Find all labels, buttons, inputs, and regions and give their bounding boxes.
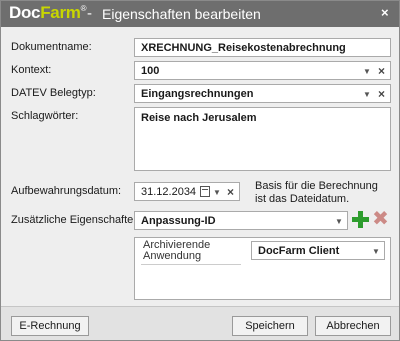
keywords-value: Reise nach Jerusalem — [141, 112, 257, 124]
save-button[interactable]: Speichern — [232, 316, 308, 336]
document-name-value: XRECHNUNG_Reisekostenabrechnung — [141, 42, 346, 54]
context-value: 100 — [141, 65, 160, 77]
chevron-down-icon[interactable]: ▼ — [335, 217, 343, 226]
document-name-input[interactable]: XRECHNUNG_Reisekostenabrechnung — [134, 38, 391, 57]
keywords-label: Schlagwörter: — [11, 110, 79, 122]
logo-farm-text: Farm — [40, 3, 81, 22]
dialog-title: Eigenschaften bearbeiten — [102, 6, 261, 22]
add-property-icon[interactable] — [352, 211, 369, 228]
datev-type-value: Eingangsrechnungen — [141, 88, 254, 100]
clear-context-icon[interactable]: × — [378, 64, 385, 78]
cancel-button[interactable]: Abbrechen — [315, 316, 391, 336]
title-separator: - — [87, 5, 92, 22]
property-divider — [141, 264, 241, 265]
retention-hint: Basis für die Berechnung ist das Dateida… — [255, 180, 378, 205]
close-icon[interactable]: × — [381, 5, 389, 20]
retention-date-label: Aufbewahrungsdatum: — [11, 185, 122, 197]
properties-dialog: DocFarm® - Eigenschaften bearbeiten × Do… — [0, 0, 400, 341]
dialog-footer: E-Rechnung Speichern Abbrechen — [1, 306, 399, 340]
logo-doc-text: Doc — [9, 3, 41, 22]
chevron-down-icon[interactable]: ▼ — [213, 188, 221, 197]
retention-date-value: 31.12.2034 — [141, 186, 197, 198]
datev-type-label: DATEV Belegtyp: — [11, 87, 96, 99]
additional-properties-value: Anpassung-ID — [141, 215, 216, 227]
document-name-label: Dokumentname: — [11, 41, 92, 53]
archiving-app-select[interactable]: DocFarm Client ▼ — [251, 241, 385, 260]
archiving-app-label: Archivierende Anwendung — [143, 239, 211, 262]
context-label: Kontext: — [11, 64, 52, 76]
clear-date-icon[interactable]: × — [227, 185, 234, 199]
additional-properties-label: Zusätzliche Eigenschaften: — [11, 214, 143, 226]
e-rechnung-button[interactable]: E-Rechnung — [11, 316, 89, 336]
calendar-icon[interactable] — [200, 186, 210, 197]
chevron-down-icon[interactable]: ▼ — [363, 67, 371, 76]
chevron-down-icon[interactable]: ▼ — [363, 90, 371, 99]
clear-datev-icon[interactable]: × — [378, 87, 385, 101]
remove-property-icon[interactable]: ✖ — [372, 209, 389, 229]
additional-properties-select[interactable]: Anpassung-ID ▼ — [134, 211, 348, 230]
context-select[interactable]: 100 ▼ × — [134, 61, 391, 80]
title-bar: DocFarm® - Eigenschaften bearbeiten × — [1, 1, 399, 27]
datev-type-select[interactable]: Eingangsrechnungen ▼ × — [134, 84, 391, 103]
property-panel: Archivierende Anwendung DocFarm Client ▼ — [134, 237, 391, 300]
archiving-app-value: DocFarm Client — [258, 245, 340, 257]
keywords-textarea[interactable]: Reise nach Jerusalem — [134, 107, 391, 171]
retention-date-picker[interactable]: 31.12.2034 ▼ × — [134, 182, 240, 201]
docfarm-logo: DocFarm® — [9, 3, 86, 23]
chevron-down-icon[interactable]: ▼ — [372, 247, 380, 256]
logo-registered-mark: ® — [80, 4, 87, 13]
